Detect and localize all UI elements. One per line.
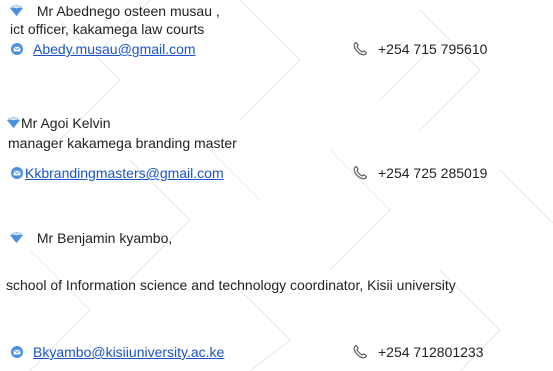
referee-3-name: Mr Benjamin kyambo, [36,230,173,246]
phone-icon [353,344,368,359]
referee-2-role: manager kakamega branding master [8,135,237,151]
referee-3-email-link[interactable]: Bkyambo@kisiiuniversity.ac.ke [33,344,224,360]
referee-2-name: Mr Agoi Kelvin [21,115,111,131]
email-icon [11,43,23,55]
referee-3-phone: +254 712801233 [378,344,484,360]
email-icon [11,346,23,358]
diamond-heart-icon [10,232,23,243]
referee-3-name-line: Mr Benjamin kyambo, [9,229,172,247]
phone-icon [353,41,368,56]
referee-2-email-line: Kkbrandingmasters@gmail.com [11,164,224,182]
referee-1-role: ict officer, kakamega law courts [10,21,205,37]
referee-2-phone-line: +254 725 285019 [352,164,487,182]
referee-1-email-line: Abedy.musau@gmail.com [11,40,196,58]
referee-1-name: Mr Abednego osteen musau , [36,3,220,19]
referee-1-phone-line: +254 715 795610 [352,40,487,58]
referee-2-email-link[interactable]: Kkbrandingmasters@gmail.com [25,165,224,181]
referee-1-email-link[interactable]: Abedy.musau@gmail.com [33,41,196,57]
references-section: Mr Abednego osteen musau , ict officer, … [0,0,553,371]
referee-2-name-line: Mr Agoi Kelvin [6,114,110,132]
diamond-heart-icon [10,5,23,16]
email-icon [11,167,23,179]
referee-1-phone: +254 715 795610 [378,41,488,57]
referee-3-phone-line: +254 712801233 [352,343,484,361]
referee-2-phone: +254 725 285019 [378,165,488,181]
diamond-heart-icon [7,117,20,128]
phone-icon [353,165,368,180]
referee-3-role: school of Information science and techno… [6,277,456,293]
referee-1-name-line: Mr Abednego osteen musau , [9,2,220,20]
referee-3-email-line: Bkyambo@kisiiuniversity.ac.ke [11,343,224,361]
